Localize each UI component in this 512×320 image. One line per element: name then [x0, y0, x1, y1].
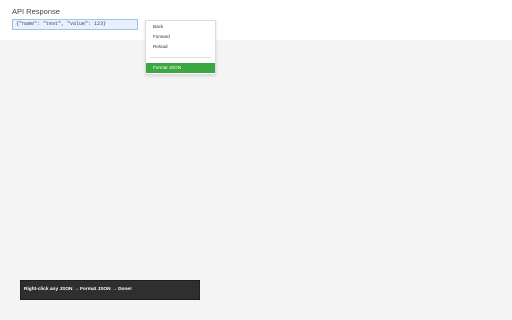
menu-item-reload[interactable]: Reload	[146, 42, 215, 52]
menu-item-back[interactable]: Back	[146, 22, 215, 32]
hint-bar: Right-click any JSON → Format JSON → Don…	[20, 280, 200, 300]
top-panel: API Response {"name": "test", "value": 1…	[0, 0, 512, 40]
menu-item-format-json[interactable]: Format JSON	[146, 63, 215, 73]
page-title: API Response	[12, 7, 60, 16]
json-response-field[interactable]: {"name": "test", "value": 123}	[12, 19, 138, 30]
context-menu: Back Forward Reload Format JSON	[145, 20, 216, 75]
menu-item-forward[interactable]: Forward	[146, 32, 215, 42]
menu-divider	[150, 57, 211, 58]
